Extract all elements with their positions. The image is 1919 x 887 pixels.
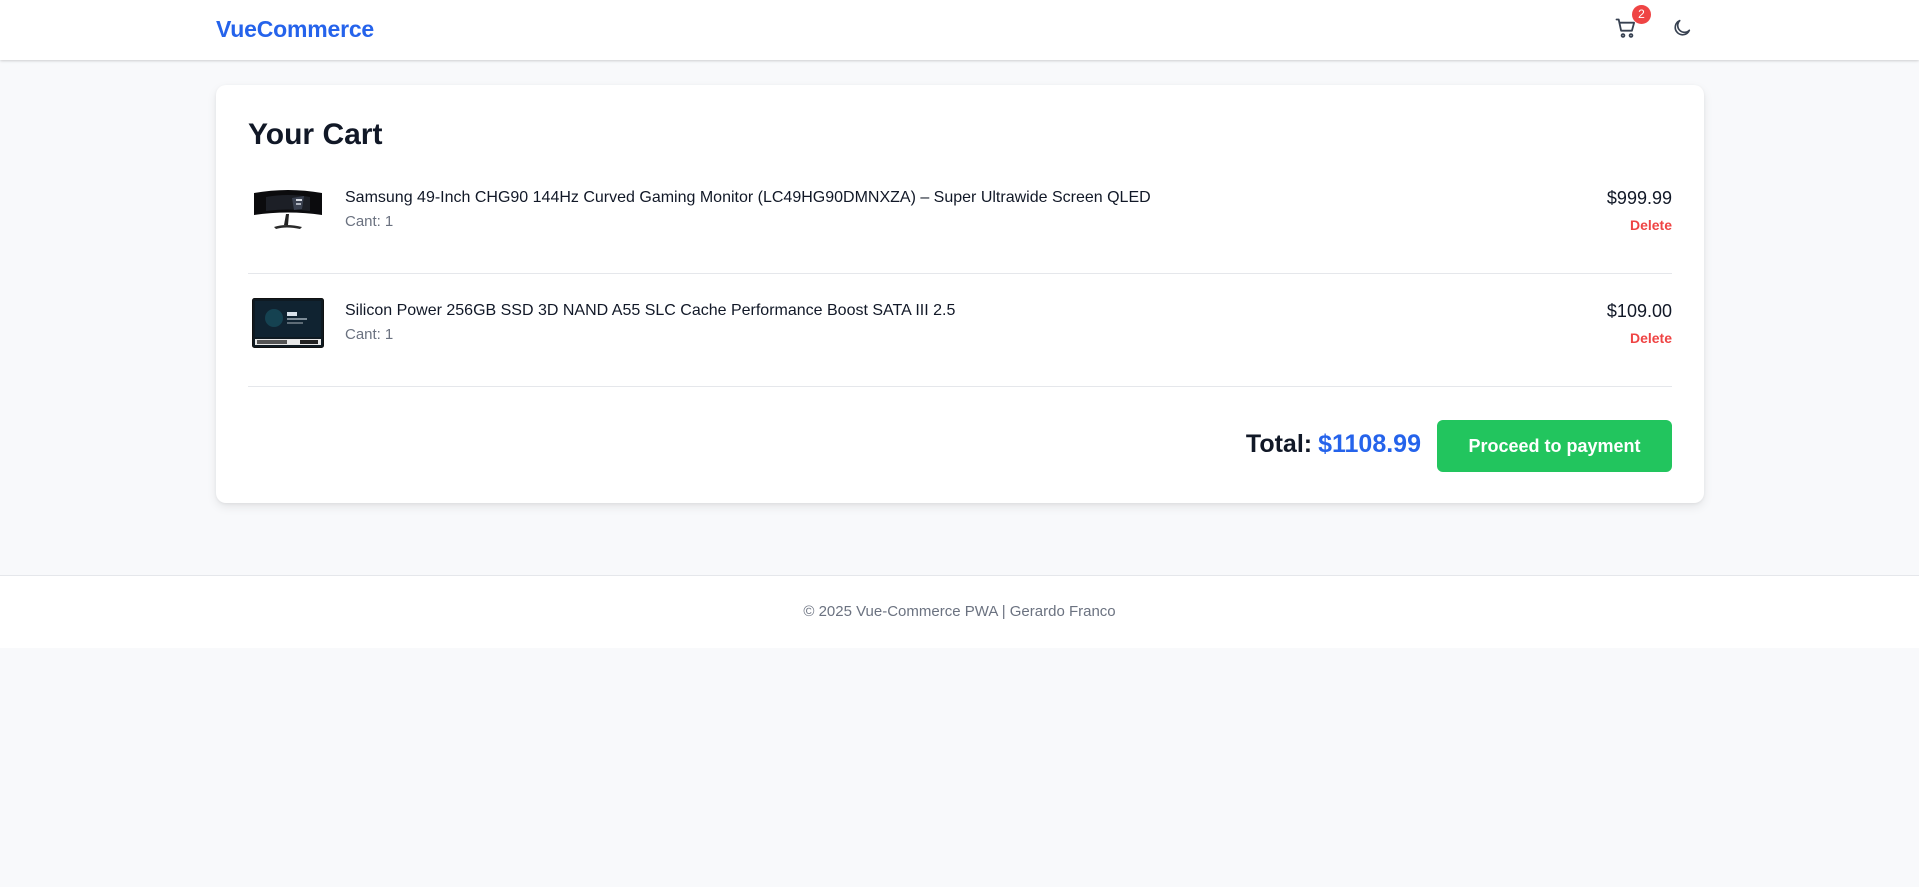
proceed-to-payment-button[interactable]: Proceed to payment: [1437, 420, 1672, 472]
cart-count-badge: 2: [1632, 5, 1651, 24]
total-label: Total:: [1245, 430, 1313, 458]
cart-total: Total: $1108.99: [1246, 430, 1421, 459]
item-quantity: Cant: 1: [345, 326, 393, 343]
cart-item: Silicon Power 256GB SSD 3D NAND A55 SLC …: [248, 274, 1672, 387]
footer-copyright: © 2025 Vue-Commerce PWA | Gerardo Franco: [803, 603, 1116, 620]
page-title: Your Cart: [248, 118, 383, 151]
item-name: Silicon Power 256GB SSD 3D NAND A55 SLC …: [345, 302, 956, 319]
brand-logo-link[interactable]: VueCommerce: [216, 16, 374, 43]
item-quantity: Cant: 1: [345, 213, 393, 230]
theme-toggle-button[interactable]: [1671, 17, 1695, 41]
total-value: $1108.99: [1318, 430, 1421, 458]
top-navbar: VueCommerce 2: [0, 0, 1919, 60]
item-price: $109.00: [1606, 301, 1672, 321]
delete-item-button[interactable]: Delete: [1630, 330, 1672, 346]
monitor-image: [252, 185, 324, 235]
ssd-image: [252, 298, 324, 348]
quantity-value: 1: [384, 213, 394, 230]
quantity-label: Cant:: [345, 326, 381, 343]
delete-item-button[interactable]: Delete: [1630, 217, 1672, 233]
item-name: Samsung 49-Inch CHG90 144Hz Curved Gamin…: [345, 189, 1151, 206]
item-price: $999.99: [1606, 188, 1672, 208]
moon-icon: [1671, 17, 1695, 39]
page-footer: © 2025 Vue-Commerce PWA | Gerardo Franco: [0, 575, 1919, 648]
quantity-label: Cant:: [345, 213, 381, 230]
quantity-value: 1: [384, 326, 394, 343]
cart-card: Your Cart Samsung 49-Inch CHG90 144Hz Cu…: [216, 85, 1704, 503]
cart-item: Samsung 49-Inch CHG90 144Hz Curved Gamin…: [248, 161, 1672, 274]
